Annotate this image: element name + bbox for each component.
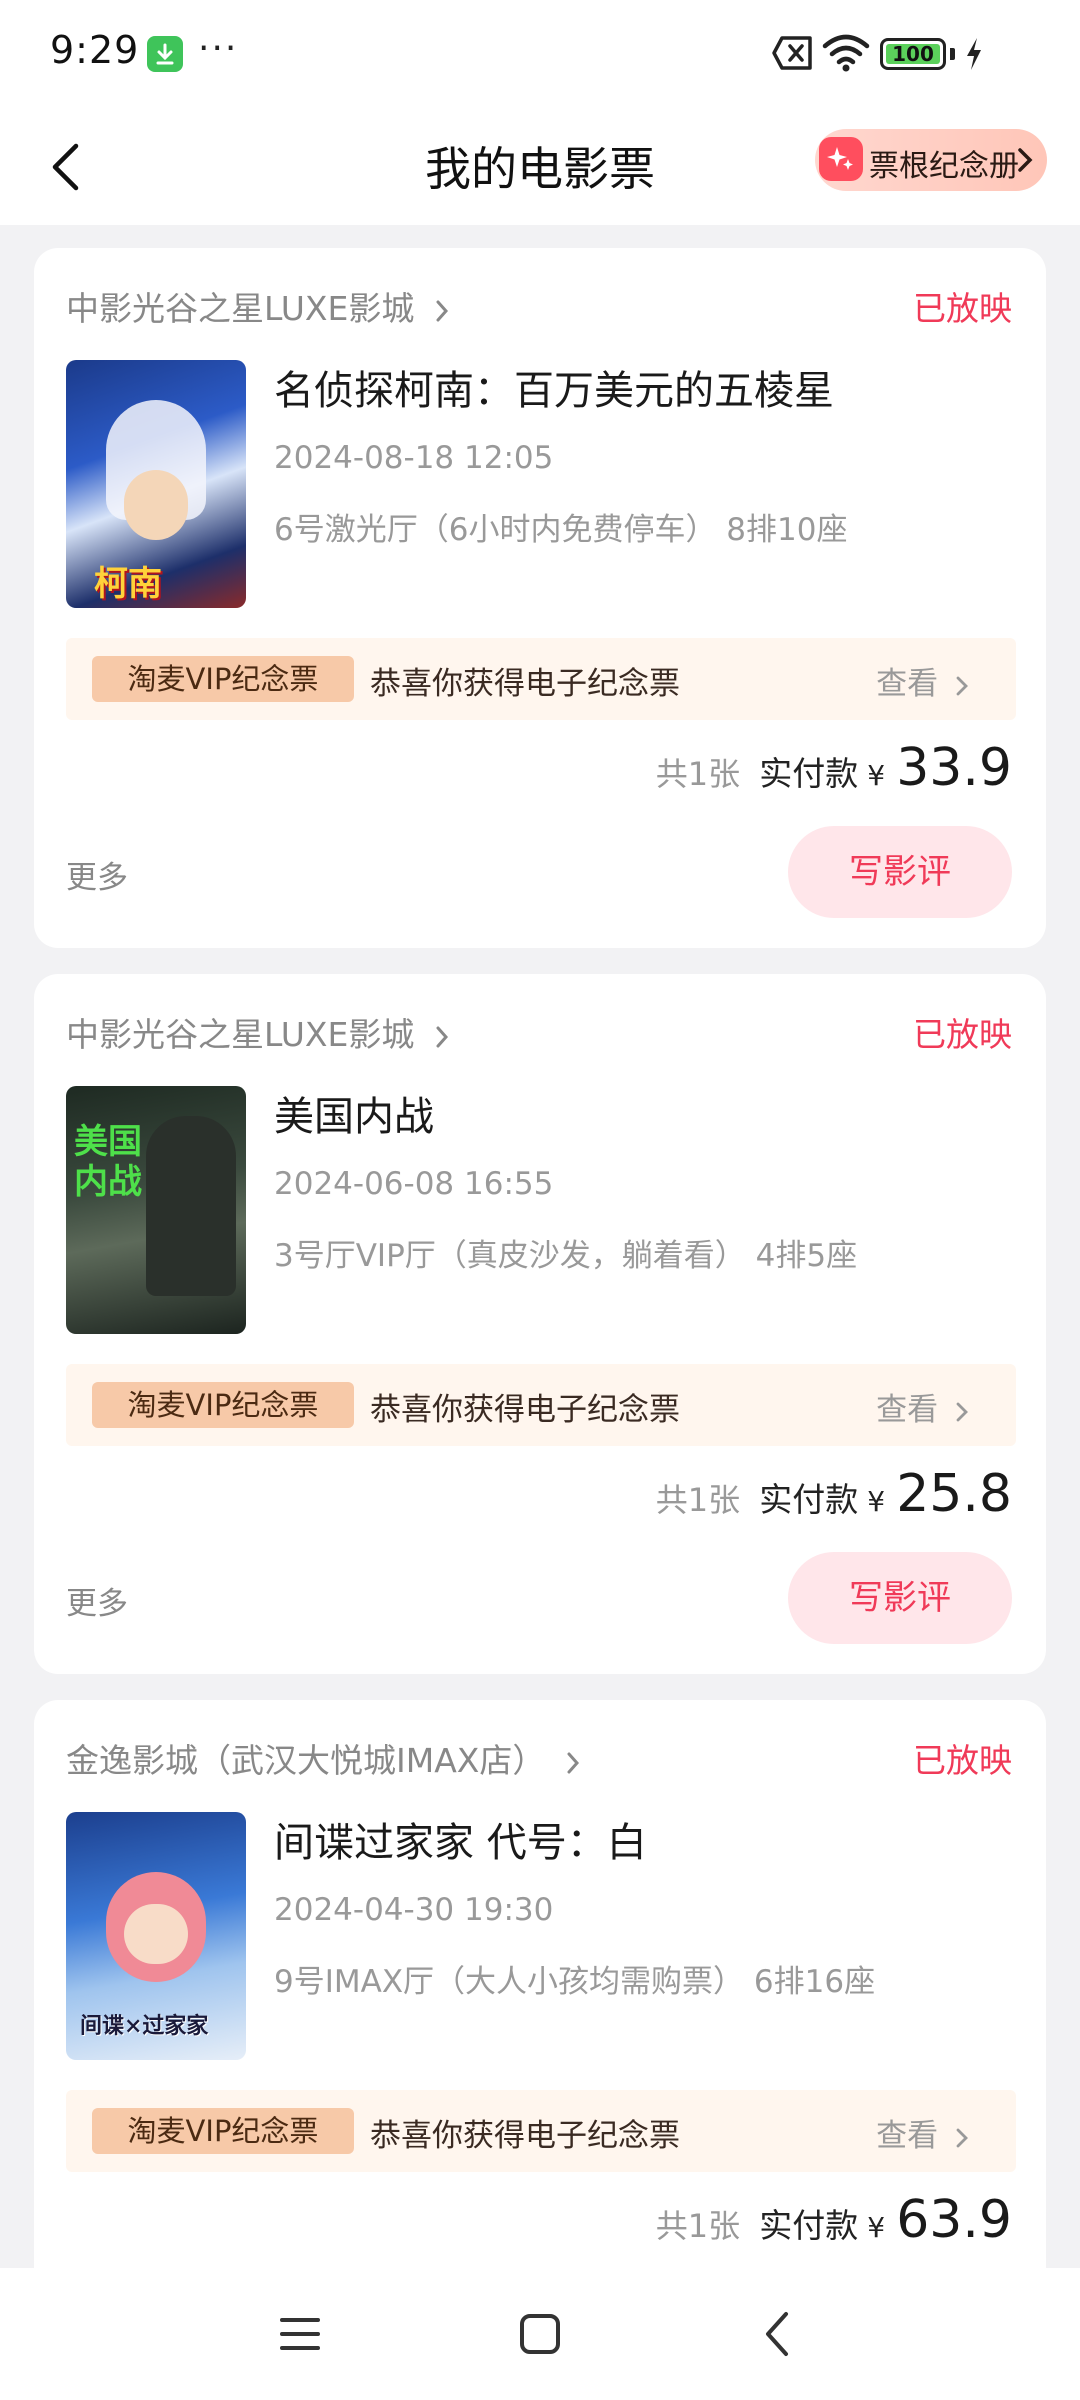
vip-souvenir-row[interactable]: 淘麦VIP纪念票 恭喜你获得电子纪念票 查看: [66, 638, 1016, 720]
more-notifications-icon: ···: [198, 28, 239, 69]
hall-seat: 9号IMAX厅（大人小孩均需购票） 6排16座: [274, 1964, 876, 2000]
movie-title: 名侦探柯南：百万美元的五棱星: [274, 368, 834, 414]
vip-message: 恭喜你获得电子纪念票: [370, 2118, 680, 2154]
menu-icon[interactable]: [278, 2314, 322, 2354]
vip-message: 恭喜你获得电子纪念票: [370, 666, 680, 702]
showtime: 2024-06-08 16:55: [274, 1166, 554, 1202]
currency-symbol: ¥: [867, 1485, 886, 1518]
vip-souvenir-row[interactable]: 淘麦VIP纪念票 恭喜你获得电子纪念票 查看: [66, 2090, 1016, 2172]
battery-icon: 100: [880, 38, 946, 70]
wifi-icon: [822, 34, 870, 72]
download-icon: [147, 36, 183, 72]
cinema-link[interactable]: 中影光谷之星LUXE影城: [66, 282, 449, 330]
cinema-name: 金逸影城（武汉大悦城IMAX店）: [66, 1741, 546, 1780]
hall-seat: 3号厅VIP厅（真皮沙发，躺着看） 4排5座: [274, 1238, 858, 1274]
hall-seat: 6号激光厅（6小时内免费停车） 8排10座: [274, 512, 848, 548]
price-row: 共1张 实付款 ¥ 33.9: [656, 738, 1012, 808]
no-sim-icon: [772, 36, 812, 70]
chevron-right-icon: [1018, 148, 1033, 172]
vip-souvenir-row[interactable]: 淘麦VIP纪念票 恭喜你获得电子纪念票 查看: [66, 1364, 1016, 1446]
ticket-card[interactable]: 中影光谷之星LUXE影城 已放映 柯南 名侦探柯南：百万美元的五棱星 2024-…: [34, 248, 1046, 948]
price-value: 25.8: [896, 1464, 1012, 1524]
view-label: 查看: [876, 2118, 939, 2154]
showtime: 2024-08-18 12:05: [274, 440, 554, 476]
status-time: 9:29: [50, 28, 140, 72]
cinema-name: 中影光谷之星LUXE影城: [66, 289, 415, 328]
currency-symbol: ¥: [867, 2211, 886, 2244]
showtime: 2024-04-30 19:30: [274, 1892, 554, 1928]
sparkle-icon: [819, 137, 863, 181]
ticket-stub-album-button[interactable]: 票根纪念册: [815, 129, 1047, 191]
price-value: 33.9: [896, 738, 1012, 798]
write-review-button[interactable]: 写影评: [788, 1552, 1012, 1644]
paid-label: 实付款: [759, 754, 859, 793]
more-button[interactable]: 更多: [66, 852, 128, 897]
ticket-stub-album-label: 票根纪念册: [869, 149, 1019, 184]
more-button[interactable]: 更多: [66, 1578, 128, 1623]
movie-title: 间谍过家家 代号：白: [274, 1820, 647, 1866]
poster-title: 美国内战: [74, 1122, 142, 1202]
cinema-link[interactable]: 金逸影城（武汉大悦城IMAX店）: [66, 1734, 580, 1782]
vip-tag: 淘麦VIP纪念票: [92, 1382, 354, 1428]
home-icon[interactable]: [518, 2312, 562, 2356]
chevron-right-icon: [436, 1026, 448, 1047]
chevron-right-icon: [956, 2128, 968, 2147]
movie-poster[interactable]: 美国内战: [66, 1086, 246, 1334]
status-bar: 9:29 ··· 100: [0, 0, 1080, 105]
ticket-count: 共1张: [655, 1481, 741, 1519]
paid-label: 实付款: [759, 2206, 859, 2245]
movie-poster[interactable]: 间谍×过家家: [66, 1812, 246, 2060]
status-badge: 已放映: [913, 289, 1012, 328]
view-label: 查看: [876, 666, 939, 702]
system-back-icon[interactable]: [762, 2310, 792, 2358]
ticket-count: 共1张: [655, 755, 741, 793]
vip-tag: 淘麦VIP纪念票: [92, 2108, 354, 2154]
battery-level: 100: [892, 42, 934, 66]
cinema-link[interactable]: 中影光谷之星LUXE影城: [66, 1008, 449, 1056]
cinema-name: 中影光谷之星LUXE影城: [66, 1015, 415, 1054]
status-badge: 已放映: [913, 1741, 1012, 1780]
price-row: 共1张 实付款 ¥ 25.8: [656, 1464, 1012, 1534]
poster-title: 柯南: [94, 564, 162, 604]
view-label: 查看: [876, 1392, 939, 1428]
status-badge: 已放映: [913, 1015, 1012, 1054]
paid-label: 实付款: [759, 1480, 859, 1519]
vip-message: 恭喜你获得电子纪念票: [370, 1392, 680, 1428]
vip-tag: 淘麦VIP纪念票: [92, 656, 354, 702]
ticket-card[interactable]: 中影光谷之星LUXE影城 已放映 美国内战 美国内战 2024-06-08 16…: [34, 974, 1046, 1674]
ticket-card[interactable]: 金逸影城（武汉大悦城IMAX店） 已放映 间谍×过家家 间谍过家家 代号：白 2…: [34, 1700, 1046, 2320]
chevron-right-icon: [436, 300, 448, 321]
charging-icon: [967, 38, 981, 70]
chevron-right-icon: [567, 1752, 579, 1773]
movie-title: 美国内战: [274, 1094, 434, 1140]
price-row: 共1张 实付款 ¥ 63.9: [656, 2190, 1012, 2260]
system-nav-bar: [0, 2268, 1080, 2400]
view-link[interactable]: 查看: [876, 2110, 968, 2155]
write-review-button[interactable]: 写影评: [788, 826, 1012, 918]
nav-bar: 我的电影票 票根纪念册: [0, 105, 1080, 225]
chevron-right-icon: [956, 676, 968, 695]
currency-symbol: ¥: [867, 759, 886, 792]
view-link[interactable]: 查看: [876, 658, 968, 703]
view-link[interactable]: 查看: [876, 1384, 968, 1429]
poster-title: 间谍×过家家: [80, 2013, 209, 2039]
ticket-count: 共1张: [655, 2207, 741, 2245]
chevron-right-icon: [956, 1402, 968, 1421]
movie-poster[interactable]: 柯南: [66, 360, 246, 608]
price-value: 63.9: [896, 2190, 1012, 2250]
